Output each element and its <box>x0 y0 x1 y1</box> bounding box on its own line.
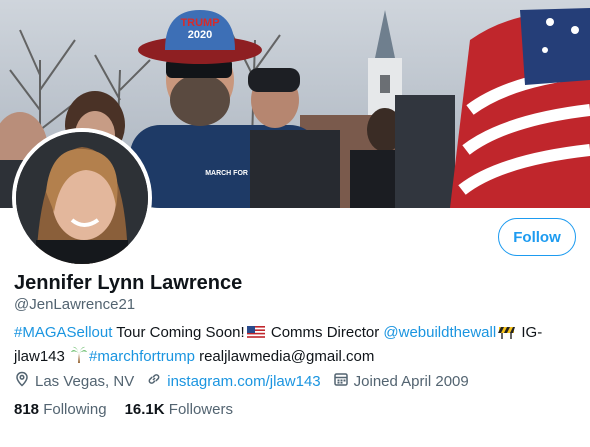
followers-label: Followers <box>168 401 233 418</box>
followers-count: 16.1K <box>124 401 165 418</box>
avatar[interactable] <box>12 128 152 268</box>
avatar-photo <box>16 132 148 264</box>
website-link[interactable]: instagram.com/jlaw143 <box>167 373 320 390</box>
meta-website[interactable]: instagram.com/jlaw143 <box>146 371 321 391</box>
us-flag-emoji <box>246 324 265 346</box>
followers-stat[interactable]: 16.1K Followers <box>125 401 233 418</box>
bio-email: realjlawmedia@gmail.com <box>194 348 375 365</box>
profile-name: Jennifer Lynn Lawrence <box>14 272 243 294</box>
meta-location: Las Vegas, NV <box>14 371 134 391</box>
bio-text-4: jlaw143 <box>14 348 70 365</box>
hashtag-magasellout[interactable]: #MAGASellout <box>14 324 112 341</box>
mention-webuildthewall[interactable]: @webuildthewall <box>383 324 496 341</box>
bio-text-3: IG- <box>517 324 543 341</box>
joined-text: Joined April 2009 <box>353 372 469 390</box>
bio-text-2: Comms Director <box>266 324 384 341</box>
profile-stats: 818 Following 16.1K Followers <box>14 401 251 418</box>
profile-bio: #MAGASellout Tour Coming Soon! Comms Dir… <box>14 322 580 370</box>
bio-text-1: Tour Coming Soon! <box>112 324 245 341</box>
following-label: Following <box>43 401 107 418</box>
calendar-icon <box>333 371 349 391</box>
following-count: 818 <box>14 401 40 418</box>
follow-button[interactable]: Follow <box>498 218 576 256</box>
hashtag-marchfortrump[interactable]: #marchfortrump <box>89 348 195 365</box>
meta-joined: Joined April 2009 <box>333 371 469 391</box>
palm-tree-emoji <box>71 346 88 370</box>
construction-emoji <box>498 324 516 346</box>
profile-handle: @JenLawrence21 <box>14 296 136 313</box>
profile-meta: Las Vegas, NV instagram.com/jlaw143 Join… <box>14 371 481 391</box>
hat-text-top: TRUMP <box>180 17 219 29</box>
link-icon <box>146 371 162 391</box>
location-icon <box>14 371 30 391</box>
following-stat[interactable]: 818 Following <box>14 401 107 418</box>
location-text: Las Vegas, NV <box>35 372 135 390</box>
hat-text-bottom: 2020 <box>188 29 212 41</box>
